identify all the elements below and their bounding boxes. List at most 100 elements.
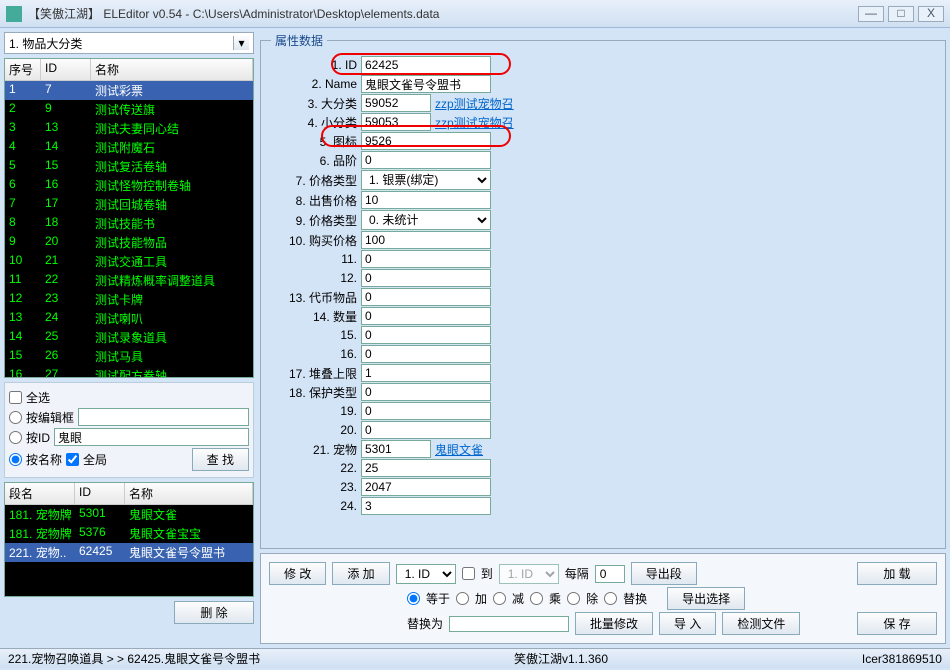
save-button[interactable]: 保 存 xyxy=(857,612,937,635)
property-input[interactable] xyxy=(361,478,491,496)
chevron-down-icon: ▾ xyxy=(233,36,249,50)
to-check[interactable] xyxy=(462,567,475,580)
delete-button[interactable]: 删 除 xyxy=(174,601,254,624)
list-item[interactable]: 17测试彩票 xyxy=(5,81,253,100)
global-check[interactable] xyxy=(66,453,79,466)
property-input[interactable] xyxy=(361,250,491,268)
property-input[interactable] xyxy=(361,269,491,287)
property-input[interactable] xyxy=(361,345,491,363)
by-id-radio[interactable] xyxy=(9,431,22,444)
op-div-radio[interactable] xyxy=(567,592,580,605)
property-row: 1. ID xyxy=(271,56,935,74)
property-input[interactable] xyxy=(361,191,491,209)
property-row: 12. xyxy=(271,269,935,287)
maximize-button[interactable]: □ xyxy=(888,6,914,22)
list-item[interactable]: 1324测试喇叭 xyxy=(5,309,253,328)
property-input[interactable] xyxy=(361,307,491,325)
property-select[interactable]: 0. 未统计 xyxy=(361,210,491,230)
property-input[interactable] xyxy=(361,326,491,344)
property-link[interactable]: zzp测试宠物召 xyxy=(431,95,514,112)
statusbar: 221.宠物召唤道具 > > 62425.鬼眼文雀号令盟书 笑傲江湖v1.1.3… xyxy=(0,648,950,668)
load-button[interactable]: 加 载 xyxy=(857,562,937,585)
export-sel-button[interactable]: 导出选择 xyxy=(667,587,745,610)
result-item[interactable]: 181. 宠物牌5376鬼眼文雀宝宝 xyxy=(5,524,253,543)
add-button[interactable]: 添 加 xyxy=(332,562,389,585)
list-item[interactable]: 1223测试卡牌 xyxy=(5,290,253,309)
select-all-check[interactable] xyxy=(9,391,22,404)
list-item[interactable]: 1627测试配方卷轴 xyxy=(5,366,253,378)
close-button[interactable]: X xyxy=(918,6,944,22)
property-row: 8. 出售价格 xyxy=(271,191,935,209)
list-item[interactable]: 1021测试交通工具 xyxy=(5,252,253,271)
property-link[interactable]: 鬼眼文雀 xyxy=(431,441,483,458)
list-item[interactable]: 818测试技能书 xyxy=(5,214,253,233)
by-name-radio[interactable] xyxy=(9,453,22,466)
search-button[interactable]: 查 找 xyxy=(192,448,249,471)
property-input[interactable] xyxy=(361,364,491,382)
modify-button[interactable]: 修 改 xyxy=(269,562,326,585)
list-item[interactable]: 717测试回城卷轴 xyxy=(5,195,253,214)
property-row: 16. xyxy=(271,345,935,363)
list-item[interactable]: 313测试夫妻同心结 xyxy=(5,119,253,138)
property-row: 22. xyxy=(271,459,935,477)
result-item[interactable]: 221. 宠物..62425鬼眼文雀号令盟书 xyxy=(5,543,253,562)
property-row: 3. 大分类zzp测试宠物召 xyxy=(271,94,935,112)
step-input[interactable] xyxy=(595,565,625,583)
list-item[interactable]: 29测试传送旗 xyxy=(5,100,253,119)
property-input[interactable] xyxy=(361,497,491,515)
property-input[interactable] xyxy=(361,459,491,477)
property-input[interactable] xyxy=(361,113,431,131)
op-eq-radio[interactable] xyxy=(407,592,420,605)
property-input[interactable] xyxy=(361,383,491,401)
titlebar: 【笑傲江湖】 ELEditor v0.54 - C:\Users\Adminis… xyxy=(0,0,950,28)
list-item[interactable]: 616测试怪物控制卷轴 xyxy=(5,176,253,195)
item-list[interactable]: 序号 ID 名称 17测试彩票29测试传送旗313测试夫妻同心结414测试附魔石… xyxy=(4,58,254,378)
list-item[interactable]: 1526测试马具 xyxy=(5,347,253,366)
import-button[interactable]: 导 入 xyxy=(659,612,716,635)
window-title: 【笑傲江湖】 ELEditor v0.54 - C:\Users\Adminis… xyxy=(28,5,858,22)
property-row: 7. 价格类型1. 银票(绑定) xyxy=(271,170,935,190)
replace-input[interactable] xyxy=(449,616,569,632)
property-row: 9. 价格类型0. 未统计 xyxy=(271,210,935,230)
edit-filter-input[interactable] xyxy=(78,408,249,426)
list-item[interactable]: 1122测试精炼概率调整道具 xyxy=(5,271,253,290)
property-input[interactable] xyxy=(361,288,491,306)
property-row: 24. xyxy=(271,497,935,515)
property-input[interactable] xyxy=(361,94,431,112)
property-input[interactable] xyxy=(361,421,491,439)
result-item[interactable]: 181. 宠物牌5301鬼眼文雀 xyxy=(5,505,253,524)
property-panel: 属性数据 1. ID2. Name3. 大分类zzp测试宠物召4. 小分类zzp… xyxy=(260,32,946,549)
property-input[interactable] xyxy=(361,151,491,169)
id-filter-input[interactable] xyxy=(54,428,249,446)
op-minus-radio[interactable] xyxy=(493,592,506,605)
property-input[interactable] xyxy=(361,440,431,458)
property-input[interactable] xyxy=(361,402,491,420)
property-input[interactable] xyxy=(361,75,491,93)
list-item[interactable]: 515测试复活卷轴 xyxy=(5,157,253,176)
property-row: 5. 图标 xyxy=(271,132,935,150)
result-list[interactable]: 段名 ID 名称 181. 宠物牌5301鬼眼文雀181. 宠物牌5376鬼眼文… xyxy=(4,482,254,597)
property-link[interactable]: zzp测试宠物召 xyxy=(431,114,514,131)
status-path: 221.宠物召唤道具 > > 62425.鬼眼文雀号令盟书 xyxy=(8,650,260,667)
property-input[interactable] xyxy=(361,132,491,150)
list-item[interactable]: 920测试技能物品 xyxy=(5,233,253,252)
property-input[interactable] xyxy=(361,231,491,249)
check-button[interactable]: 检测文件 xyxy=(722,612,800,635)
batch-button[interactable]: 批量修改 xyxy=(575,612,653,635)
property-row: 23. xyxy=(271,478,935,496)
minimize-button[interactable]: — xyxy=(858,6,884,22)
field-select[interactable]: 1. ID xyxy=(396,564,456,584)
op-mul-radio[interactable] xyxy=(530,592,543,605)
status-version: 笑傲江湖v1.1.360 xyxy=(514,650,608,667)
list-item[interactable]: 1425测试录象道具 xyxy=(5,328,253,347)
by-editbox-radio[interactable] xyxy=(9,411,22,424)
property-row: 11. xyxy=(271,250,935,268)
property-select[interactable]: 1. 银票(绑定) xyxy=(361,170,491,190)
op-repl-radio[interactable] xyxy=(604,592,617,605)
property-row: 15. xyxy=(271,326,935,344)
property-input[interactable] xyxy=(361,56,491,74)
list-item[interactable]: 414测试附魔石 xyxy=(5,138,253,157)
op-plus-radio[interactable] xyxy=(456,592,469,605)
category-dropdown[interactable]: 1. 物品大分类 ▾ xyxy=(4,32,254,54)
export-seg-button[interactable]: 导出段 xyxy=(631,562,697,585)
